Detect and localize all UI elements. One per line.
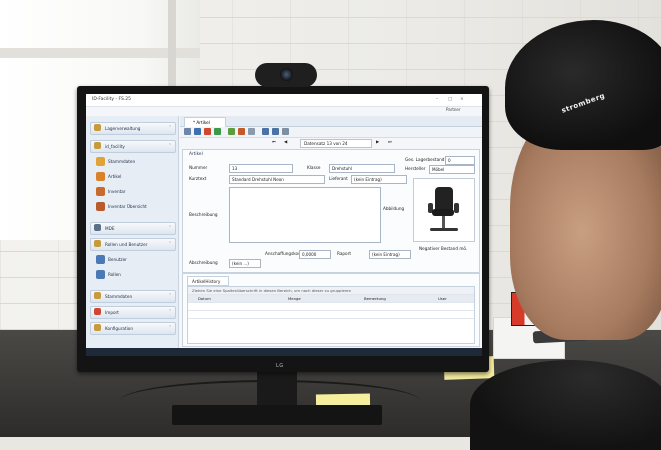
lagerbestand-field: 0	[445, 156, 475, 165]
chevron-down-icon: ˅	[169, 143, 171, 148]
record-position[interactable]: Datensatz 13 von 24	[300, 139, 372, 148]
raport-label: Raport	[337, 251, 351, 256]
chevron-down-icon: ˅	[169, 309, 171, 314]
add-icon[interactable]	[228, 128, 235, 135]
chair-icon	[96, 187, 105, 196]
copy-icon[interactable]	[248, 128, 255, 135]
toolbar	[180, 127, 482, 138]
scanner-icon	[94, 224, 101, 231]
export-icon[interactable]	[272, 128, 279, 135]
prev-record-button[interactable]: ◀	[284, 139, 287, 144]
beschreibung-field[interactable]	[229, 187, 381, 243]
roles-icon	[96, 270, 105, 279]
sidebar-group-id-facility[interactable]: id_facility ˅	[90, 140, 176, 153]
sidebar-group-rollen-benutzer[interactable]: Rollen und Benutzer ˅	[90, 238, 176, 251]
abschreibung-field[interactable]: (kein ...)	[229, 259, 261, 268]
webcam-lens	[280, 68, 293, 81]
column-user[interactable]: User	[438, 296, 447, 301]
app-title: ID-Facility - FS.25	[92, 97, 132, 102]
folder-icon	[94, 292, 101, 299]
nummer-field[interactable]: 13	[229, 164, 293, 173]
sidebar-group-konfiguration[interactable]: Konfiguration ˅	[90, 322, 176, 335]
tab-artikel[interactable]: * Artikel	[184, 117, 226, 127]
negativer-bestand-label: Negativer Bestand mö.	[419, 246, 468, 251]
grid-header: Datum Menge Bemerkung User	[188, 295, 474, 303]
maximize-button[interactable]: □	[448, 97, 452, 102]
sidebar-group-stammdaten[interactable]: Stammdaten ˅	[90, 290, 176, 303]
chair-post	[442, 216, 445, 228]
chevron-down-icon: ˅	[169, 125, 171, 130]
monitor-stand-base	[172, 405, 382, 425]
users-icon	[94, 240, 101, 247]
folder-icon	[94, 124, 101, 131]
close-button[interactable]: ×	[460, 97, 464, 102]
edit-icon[interactable]	[238, 128, 245, 135]
article-history-panel: ArtikelHistory Ziehen Sie eine Spaltenüb…	[182, 273, 480, 347]
app-titlebar: ID-Facility - FS.25 – □ ×	[86, 94, 482, 107]
sidebar-group-mde[interactable]: MDE ˅	[90, 222, 176, 235]
sidebar-group-lagerverwaltung[interactable]: Lagerverwaltung ˅	[90, 122, 176, 135]
table-row[interactable]	[188, 303, 474, 311]
klasse-label: Klasse	[307, 165, 321, 170]
chair-base	[430, 228, 458, 231]
import-icon	[94, 308, 101, 315]
chevron-down-icon: ˅	[169, 225, 171, 230]
article-image[interactable]	[413, 178, 475, 242]
lieferant-field[interactable]: (kein Eintrag)	[351, 175, 407, 184]
hersteller-label: Hersteller	[405, 166, 426, 171]
database-icon	[96, 157, 105, 166]
print-icon[interactable]	[262, 128, 269, 135]
lagerbestand-label: Ges. Lagerbestand	[405, 157, 445, 162]
kurztext-field[interactable]: Standard Drehstuhl Neon	[229, 175, 325, 184]
chair-back	[435, 187, 453, 211]
record-navigator: ⏮ ◀ Datensatz 13 von 24 ▶ ⏭	[180, 138, 482, 148]
nummer-label: Nummer	[189, 165, 208, 170]
table-row[interactable]	[188, 311, 474, 319]
article-form: Artikel Nummer 13 Klasse Drehstuhl Ges. …	[182, 149, 480, 273]
folder-icon	[94, 142, 101, 149]
next-record-button[interactable]: ▶	[376, 139, 379, 144]
user-label[interactable]: Partner	[446, 107, 461, 112]
os-taskbar	[86, 348, 482, 356]
beschreibung-label: Beschreibung	[189, 212, 218, 217]
chevron-down-icon: ˅	[169, 325, 171, 330]
abschreibung-label: Abschreibung	[189, 260, 218, 265]
user-icon	[96, 255, 105, 264]
column-bemerkung[interactable]: Bemerkung	[364, 296, 386, 301]
search-icon[interactable]	[184, 128, 191, 135]
sidebar-group-import[interactable]: Import ˅	[90, 306, 176, 319]
chevron-down-icon: ˅	[169, 293, 171, 298]
history-grid[interactable]: Ziehen Sie eine Spaltenüberschrift in di…	[187, 286, 475, 344]
lieferant-label: Lieferant	[329, 176, 348, 181]
refresh-icon[interactable]	[214, 128, 221, 135]
first-record-button[interactable]: ⏮	[272, 139, 276, 144]
document-tabs: * Artikel	[180, 116, 482, 127]
raport-field[interactable]: (kein Eintrag)	[369, 250, 411, 259]
form-group-title: Artikel	[189, 152, 203, 157]
column-menge[interactable]: Menge	[288, 296, 301, 301]
chevron-down-icon: ˅	[169, 241, 171, 246]
klasse-field[interactable]: Drehstuhl	[329, 164, 395, 173]
group-panel: Ziehen Sie eine Spaltenüberschrift in di…	[188, 287, 474, 295]
kurztext-label: Kurztext	[189, 176, 207, 181]
tab-artikel-history[interactable]: ArtikelHistory	[187, 276, 229, 286]
monitor-brand: LG	[276, 363, 284, 369]
column-datum[interactable]: Datum	[198, 296, 211, 301]
abbildung-label: Abbildung	[383, 206, 405, 211]
help-icon[interactable]	[282, 128, 289, 135]
screen: ID-Facility - FS.25 – □ × Partner Lagerv…	[86, 94, 482, 356]
minimize-button[interactable]: –	[436, 97, 438, 102]
box-icon	[96, 172, 105, 181]
save-icon[interactable]	[194, 128, 201, 135]
hersteller-field[interactable]: Möbel	[429, 165, 475, 174]
last-record-button[interactable]: ⏭	[388, 139, 392, 144]
anschaffung-field[interactable]: 0,0000	[299, 250, 331, 259]
chair-arm-right	[454, 203, 459, 213]
delete-icon[interactable]	[204, 128, 211, 135]
sidebar: Lagerverwaltung ˅ id_facility ˅ Stammdat…	[86, 116, 179, 348]
chair-seat	[432, 209, 454, 216]
chair-list-icon	[96, 202, 105, 211]
gear-icon	[94, 324, 101, 331]
